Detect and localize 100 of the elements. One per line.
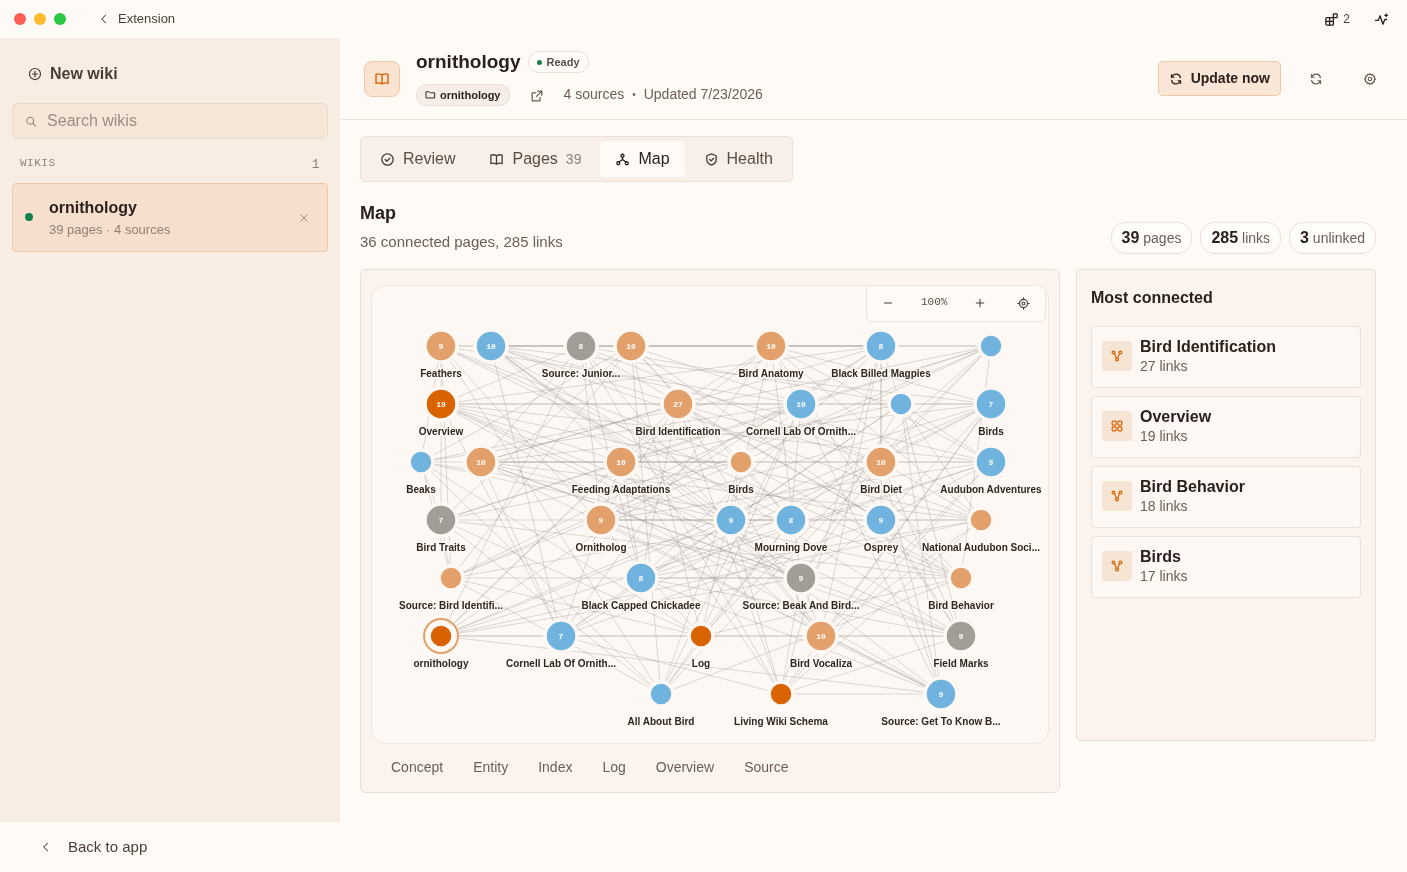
connected-page-item[interactable]: Bird Identification 27 links <box>1091 325 1361 388</box>
wiki-item[interactable]: ornithology 39 pages · 4 sources <box>12 182 328 252</box>
sources-count: 4 sources <box>563 85 625 105</box>
graph-icon <box>615 151 631 167</box>
graph-node[interactable]: 10 <box>603 443 639 480</box>
workspaces-button[interactable]: 2 <box>1320 6 1354 32</box>
connected-page-item[interactable]: Overview 19 links <box>1091 395 1361 458</box>
settings-icon <box>1363 72 1377 87</box>
legend-filter[interactable]: Index <box>529 757 582 779</box>
graph-node[interactable]: 19 <box>423 385 459 422</box>
panel-title: Most connected <box>1091 287 1214 308</box>
graph-node[interactable]: 8 <box>773 501 809 538</box>
branch-icon <box>1110 488 1124 503</box>
node-label: Bird Anatomy <box>738 367 804 379</box>
legend-filter[interactable]: Overview <box>646 757 724 779</box>
node-label: Osprey <box>863 541 899 553</box>
graph-node[interactable]: 8 <box>623 559 659 596</box>
graph-node[interactable]: 9 <box>943 617 979 654</box>
node-label: Log <box>691 657 711 669</box>
link-count: 17 links <box>1140 566 1188 586</box>
graph-node[interactable] <box>423 617 459 654</box>
shield-icon <box>703 151 719 167</box>
section-title: Map <box>360 202 397 225</box>
graph-node[interactable]: 10 <box>803 617 839 654</box>
section-label: WIKIS <box>20 156 56 171</box>
node-label: Birds <box>978 425 1004 437</box>
search-input[interactable]: Search wikis <box>45 108 315 134</box>
graph-node[interactable]: 9 <box>713 501 749 538</box>
wiki-title: ornithology <box>416 49 521 74</box>
graph-node[interactable]: 27 <box>660 385 696 422</box>
status-badge: Ready <box>528 50 589 74</box>
folder-icon <box>425 89 436 101</box>
node-label: ornithology <box>413 657 469 669</box>
node-label: Audubon Adventures <box>940 483 1042 495</box>
graph-node[interactable]: 9 <box>863 501 899 538</box>
separator-dot: • <box>632 88 636 103</box>
node-label: Bird Behavior <box>928 599 994 611</box>
node-label: Beaks <box>406 483 436 495</box>
map-summary: 36 connected pages, 285 links <box>360 232 563 252</box>
new-wiki-button[interactable]: New wiki <box>28 62 118 86</box>
wiki-meta: 39 pages · 4 sources <box>49 220 172 239</box>
node-label: Source: Junior... <box>541 367 621 379</box>
node-label: National Audubon Soci... <box>922 541 1040 553</box>
node-label: Bird Traits <box>416 541 466 553</box>
back-to-app-link[interactable]: Back to app <box>40 835 148 859</box>
close-window-button[interactable] <box>14 13 26 25</box>
graph-node[interactable]: 9 <box>583 501 619 538</box>
graph-canvas[interactable] <box>371 284 1049 744</box>
update-now-button[interactable]: Update now <box>1157 61 1281 96</box>
graph-node[interactable]: 9 <box>923 675 959 712</box>
close-icon <box>299 213 309 224</box>
node-label: Birds <box>728 483 754 495</box>
search-field[interactable]: Search wikis <box>12 103 328 139</box>
link-count: 19 links <box>1140 426 1189 446</box>
refresh-icon <box>1309 72 1323 87</box>
maximize-window-button[interactable] <box>54 13 66 25</box>
graph-node[interactable]: 7 <box>973 385 1009 422</box>
node-label: Bird Vocaliza <box>789 657 853 669</box>
tab[interactable]: Health <box>688 141 788 177</box>
external-link-icon <box>529 88 544 103</box>
tab[interactable]: Review <box>365 141 471 177</box>
node-label: All About Bird <box>627 715 695 727</box>
plus-circle-icon <box>28 67 42 81</box>
node-label: Source: Get To Know B... <box>881 715 1001 727</box>
target-icon <box>1016 296 1030 310</box>
page-title: Overview <box>1140 406 1212 426</box>
graph-node[interactable]: 7 <box>423 501 459 538</box>
graph-node[interactable]: 9 <box>783 559 819 596</box>
node-label: Source: Beak And Bird... <box>742 599 860 611</box>
legend-filter[interactable]: Log <box>593 757 635 779</box>
check-circle-icon <box>380 151 395 167</box>
legend-filter[interactable]: Source <box>735 757 798 779</box>
page-title: Birds <box>1140 546 1182 566</box>
legend-filter[interactable]: Concept <box>382 757 453 779</box>
node-label: Cornell Lab Of Ornith... <box>746 425 856 437</box>
search-icon <box>25 114 38 128</box>
minimize-window-button[interactable] <box>34 13 46 25</box>
node-label: Black Billed Magpies <box>831 367 931 379</box>
legend-filter[interactable]: Entity <box>464 757 518 779</box>
link-count: 18 links <box>1140 496 1189 516</box>
folder-chip[interactable]: ornithology <box>416 83 510 106</box>
activity-icon <box>1374 12 1389 28</box>
tab[interactable]: Map <box>600 141 685 177</box>
node-label: Field Marks <box>933 657 989 669</box>
blocks-icon <box>1324 11 1340 27</box>
node-label: Feathers <box>420 367 462 379</box>
stat-pill: 3 unlinked <box>1289 221 1376 254</box>
plus-icon <box>974 297 986 310</box>
back-link[interactable]: Extension <box>90 9 176 29</box>
node-label: Bird Diet <box>860 483 902 495</box>
connected-page-item[interactable]: Bird Behavior 18 links <box>1091 465 1361 528</box>
node-label: Ornitholog <box>575 541 627 553</box>
graph-node[interactable]: 7 <box>543 617 579 654</box>
connected-page-item[interactable]: Birds 17 links <box>1091 535 1361 598</box>
tab[interactable]: Pages 39 <box>474 141 597 177</box>
graph-node[interactable]: 10 <box>863 443 899 480</box>
graph-node[interactable]: 10 <box>783 385 819 422</box>
wiki-title: ornithology <box>49 197 138 218</box>
node-label: Cornell Lab Of Ornith... <box>506 657 616 669</box>
node-label: Feeding Adaptations <box>571 483 671 495</box>
